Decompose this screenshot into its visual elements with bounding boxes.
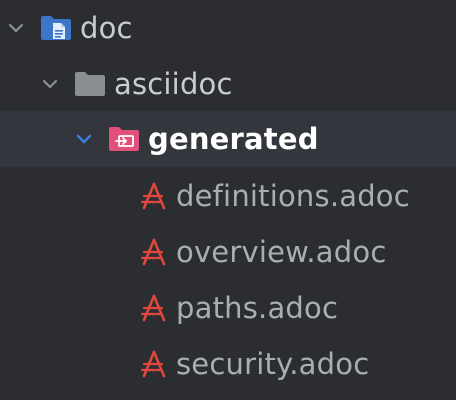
folder-generated-icon [108, 125, 140, 153]
tree-node-label: generated [148, 122, 319, 156]
tree-node-label: doc [80, 11, 133, 45]
tree-node-doc[interactable]: doc [0, 0, 456, 56]
tree-file-overview[interactable]: overview.adoc [0, 224, 456, 280]
folder-doc-icon [40, 14, 72, 42]
asciidoc-icon [140, 349, 168, 379]
file-label: definitions.adoc [176, 179, 410, 213]
asciidoc-icon [140, 181, 168, 211]
tree-file-definitions[interactable]: definitions.adoc [0, 168, 456, 224]
folder-icon [74, 70, 106, 98]
file-label: security.adoc [176, 347, 370, 381]
file-label: paths.adoc [176, 291, 339, 325]
asciidoc-icon [140, 293, 168, 323]
chevron-down-icon[interactable] [40, 74, 60, 94]
chevron-down-icon[interactable] [74, 129, 94, 149]
project-tree: doc asciidoc generated definitions.adoc … [0, 0, 456, 400]
file-label: overview.adoc [176, 235, 387, 269]
tree-node-label: asciidoc [114, 67, 233, 101]
tree-node-asciidoc[interactable]: asciidoc [0, 56, 456, 112]
tree-node-generated[interactable]: generated [0, 111, 456, 167]
asciidoc-icon [140, 237, 168, 267]
tree-file-security[interactable]: security.adoc [0, 336, 456, 392]
chevron-down-icon[interactable] [6, 18, 26, 38]
tree-file-paths[interactable]: paths.adoc [0, 280, 456, 336]
